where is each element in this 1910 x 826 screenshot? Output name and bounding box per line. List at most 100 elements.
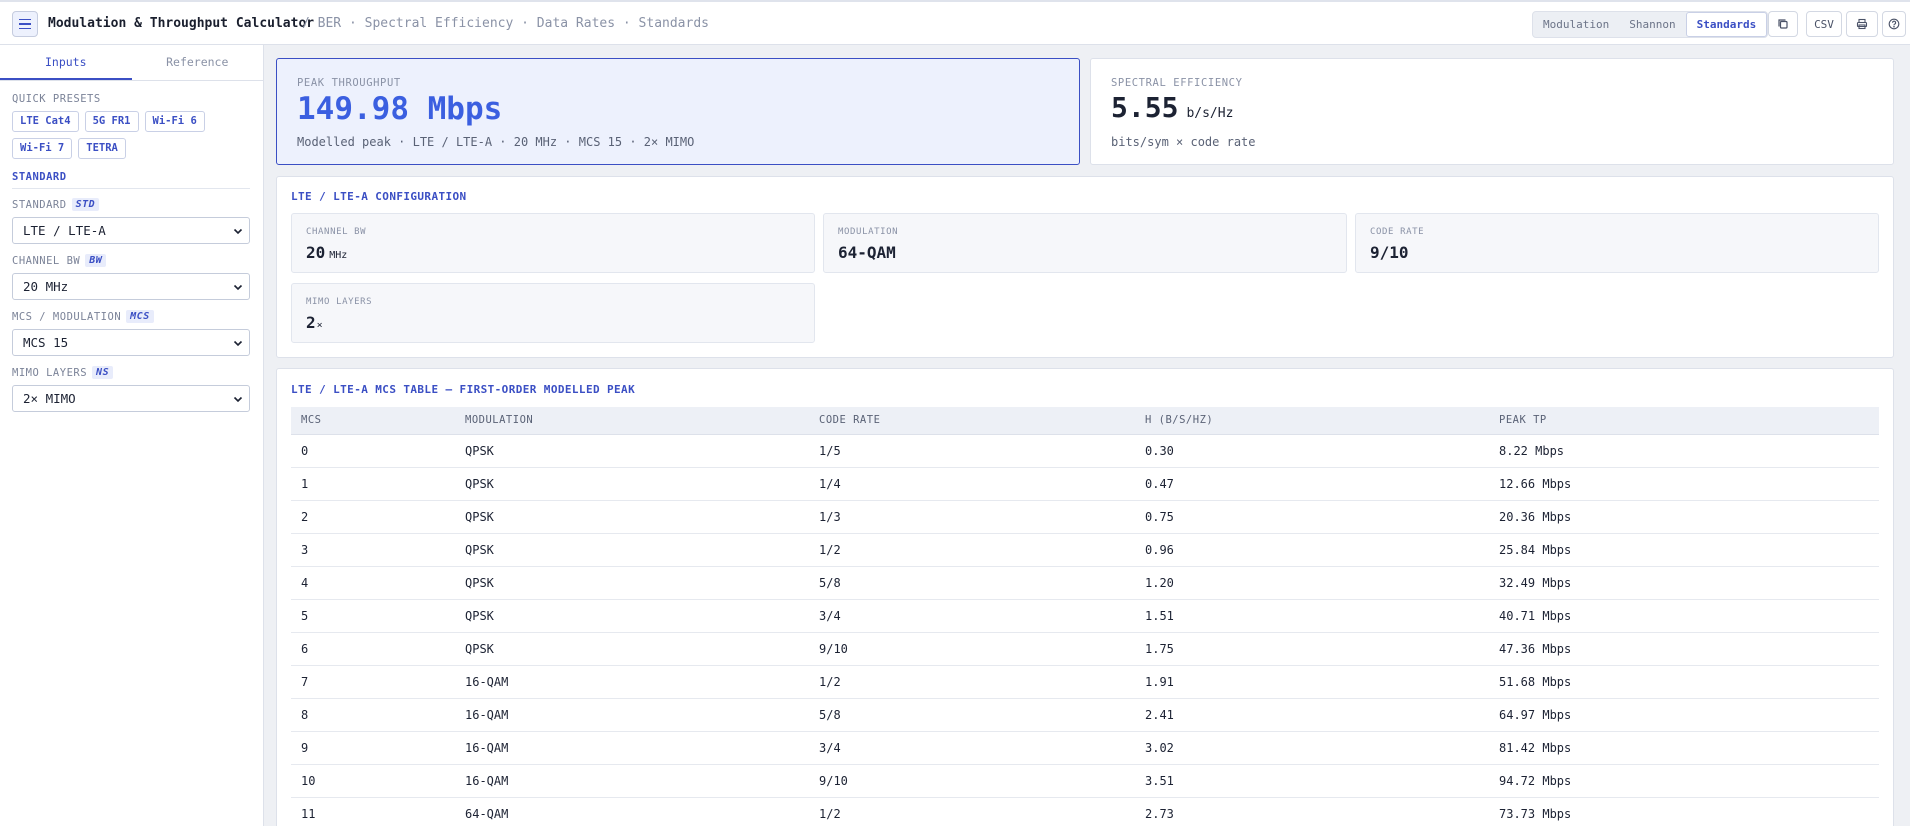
cell-efficiency: 2.41 — [1135, 698, 1489, 732]
cell-efficiency: 0.30 — [1135, 434, 1489, 468]
config-mimo-layers-unit: × — [316, 320, 323, 331]
table-row[interactable]: 2 QPSK 1/3 0.75 20.36 Mbps — [291, 500, 1879, 534]
column-header-modulation[interactable]: MODULATION — [455, 407, 809, 435]
spectral-efficiency-value-row: 5.55 b/s/Hz — [1111, 91, 1233, 124]
preset-tetra-button[interactable]: TETRA — [78, 138, 126, 159]
spectral-efficiency-label: SPECTRAL EFFICIENCY — [1111, 77, 1243, 89]
cell-mcs: 10 — [291, 764, 455, 798]
config-channel-bw: CHANNEL BW 20 MHz — [291, 213, 815, 273]
standard-field-label: STANDARD STD — [12, 198, 100, 211]
cell-modulation: 16-QAM — [455, 698, 809, 732]
cell-mcs: 3 — [291, 533, 455, 567]
spectral-efficiency-value: 5.55 — [1111, 91, 1179, 124]
preset-wifi7-button[interactable]: Wi-Fi 7 — [12, 138, 73, 159]
cell-peak-tp: 8.22 Mbps — [1489, 434, 1879, 468]
cell-mcs: 2 — [291, 500, 455, 534]
channel-bw-select[interactable]: 20 MHz — [12, 273, 250, 300]
cell-efficiency: 3.51 — [1135, 764, 1489, 798]
mimo-select[interactable]: 2× MIMO — [12, 385, 250, 412]
table-row[interactable]: 9 16-QAM 3/4 3.02 81.42 Mbps — [291, 731, 1879, 765]
menu-icon[interactable] — [12, 11, 38, 37]
sidebar-divider — [12, 188, 250, 189]
config-code-rate-value: 9/10 — [1370, 243, 1409, 262]
column-header-efficiency[interactable]: Η (B/S/HZ) — [1135, 407, 1489, 435]
mode-tab-modulation[interactable]: Modulation — [1533, 12, 1619, 37]
csv-export-button[interactable]: CSV — [1806, 11, 1842, 37]
configuration-panel: LTE / LTE-A CONFIGURATION CHANNEL BW 20 M… — [276, 176, 1894, 358]
breadcrumb: / BER · Spectral Efficiency · Data Rates… — [302, 16, 709, 31]
help-icon[interactable] — [1882, 11, 1906, 37]
table-row[interactable]: 6 QPSK 9/10 1.75 47.36 Mbps — [291, 632, 1879, 666]
standard-select[interactable]: LTE / LTE-A — [12, 217, 250, 244]
mcs-label-text: MCS / MODULATION — [12, 310, 122, 323]
cell-efficiency: 3.02 — [1135, 731, 1489, 765]
mimo-select-value: 2× MIMO — [23, 391, 76, 406]
mcs-table: MCS MODULATION CODE RATE Η (B/S/HZ) PEAK… — [291, 407, 1879, 826]
cell-code-rate: 1/4 — [809, 467, 1135, 501]
cell-code-rate: 1/2 — [809, 665, 1135, 699]
cell-code-rate: 9/10 — [809, 764, 1135, 798]
preset-5g-fr1-button[interactable]: 5G FR1 — [84, 111, 139, 132]
standard-tag: STD — [71, 198, 100, 211]
chevron-down-icon — [233, 340, 243, 347]
channel-bw-label-text: CHANNEL BW — [12, 254, 81, 267]
mcs-select[interactable]: MCS 15 — [12, 329, 250, 356]
cell-code-rate: 5/8 — [809, 698, 1135, 732]
table-row[interactable]: 4 QPSK 5/8 1.20 32.49 Mbps — [291, 566, 1879, 600]
column-header-peak-tp[interactable]: PEAK TP — [1489, 407, 1879, 435]
cell-peak-tp: 47.36 Mbps — [1489, 632, 1879, 666]
cell-efficiency: 0.47 — [1135, 467, 1489, 501]
column-header-code-rate[interactable]: CODE RATE — [809, 407, 1135, 435]
print-icon[interactable] — [1846, 11, 1878, 37]
table-row[interactable]: 10 16-QAM 9/10 3.51 94.72 Mbps — [291, 764, 1879, 798]
cell-peak-tp: 94.72 Mbps — [1489, 764, 1879, 798]
cell-modulation: 16-QAM — [455, 731, 809, 765]
table-row[interactable]: 8 16-QAM 5/8 2.41 64.97 Mbps — [291, 698, 1879, 732]
mimo-label-text: MIMO LAYERS — [12, 366, 88, 379]
table-row[interactable]: 3 QPSK 1/2 0.96 25.84 Mbps — [291, 533, 1879, 567]
mimo-field-label: MIMO LAYERS NS — [12, 366, 114, 379]
cell-code-rate: 3/4 — [809, 599, 1135, 633]
channel-bw-tag: BW — [85, 254, 107, 267]
table-row[interactable]: 0 QPSK 1/5 0.30 8.22 Mbps — [291, 434, 1879, 468]
copy-icon[interactable] — [1768, 11, 1798, 37]
cell-efficiency: 0.75 — [1135, 500, 1489, 534]
sidebar-tabs: Inputs Reference — [0, 45, 263, 81]
config-channel-bw-unit: MHz — [329, 250, 348, 261]
spectral-efficiency-subtitle: bits/sym × code rate — [1111, 135, 1256, 149]
cell-peak-tp: 20.36 Mbps — [1489, 500, 1879, 534]
tab-inputs[interactable]: Inputs — [0, 45, 132, 80]
table-row[interactable]: 1 QPSK 1/4 0.47 12.66 Mbps — [291, 467, 1879, 501]
cell-peak-tp: 64.97 Mbps — [1489, 698, 1879, 732]
table-row[interactable]: 7 16-QAM 1/2 1.91 51.68 Mbps — [291, 665, 1879, 699]
cell-peak-tp: 32.49 Mbps — [1489, 566, 1879, 600]
preset-wifi6-button[interactable]: Wi-Fi 6 — [144, 111, 205, 132]
mcs-field-label: MCS / MODULATION MCS — [12, 310, 154, 323]
config-channel-bw-label: CHANNEL BW — [306, 227, 367, 237]
standard-section-label: STANDARD — [12, 171, 67, 183]
cell-peak-tp: 25.84 Mbps — [1489, 533, 1879, 567]
cell-modulation: 16-QAM — [455, 665, 809, 699]
cell-mcs: 9 — [291, 731, 455, 765]
app-header: Modulation & Throughput Calculator / BER… — [0, 2, 1910, 45]
cell-code-rate: 5/8 — [809, 566, 1135, 600]
mode-tab-standards[interactable]: Standards — [1685, 12, 1768, 37]
table-row[interactable]: 11 64-QAM 1/2 2.73 73.73 Mbps — [291, 797, 1879, 826]
peak-throughput-label: PEAK THROUGHPUT — [297, 77, 401, 89]
mcs-table-title: LTE / LTE-A MCS TABLE — FIRST-ORDER MODE… — [291, 383, 636, 396]
cell-peak-tp: 51.68 Mbps — [1489, 665, 1879, 699]
tab-reference[interactable]: Reference — [132, 45, 264, 80]
cell-efficiency: 1.51 — [1135, 599, 1489, 633]
cell-code-rate: 3/4 — [809, 731, 1135, 765]
mode-tab-shannon[interactable]: Shannon — [1619, 12, 1685, 37]
cell-mcs: 6 — [291, 632, 455, 666]
preset-lte-cat4-button[interactable]: LTE Cat4 — [12, 111, 79, 132]
column-header-mcs[interactable]: MCS — [291, 407, 455, 435]
config-modulation-value: 64-QAM — [838, 243, 896, 262]
cell-efficiency: 2.73 — [1135, 797, 1489, 826]
table-row[interactable]: 5 QPSK 3/4 1.51 40.71 Mbps — [291, 599, 1879, 633]
cell-peak-tp: 40.71 Mbps — [1489, 599, 1879, 633]
cell-efficiency: 1.91 — [1135, 665, 1489, 699]
cell-modulation: QPSK — [455, 500, 809, 534]
mcs-tag: MCS — [126, 310, 154, 323]
